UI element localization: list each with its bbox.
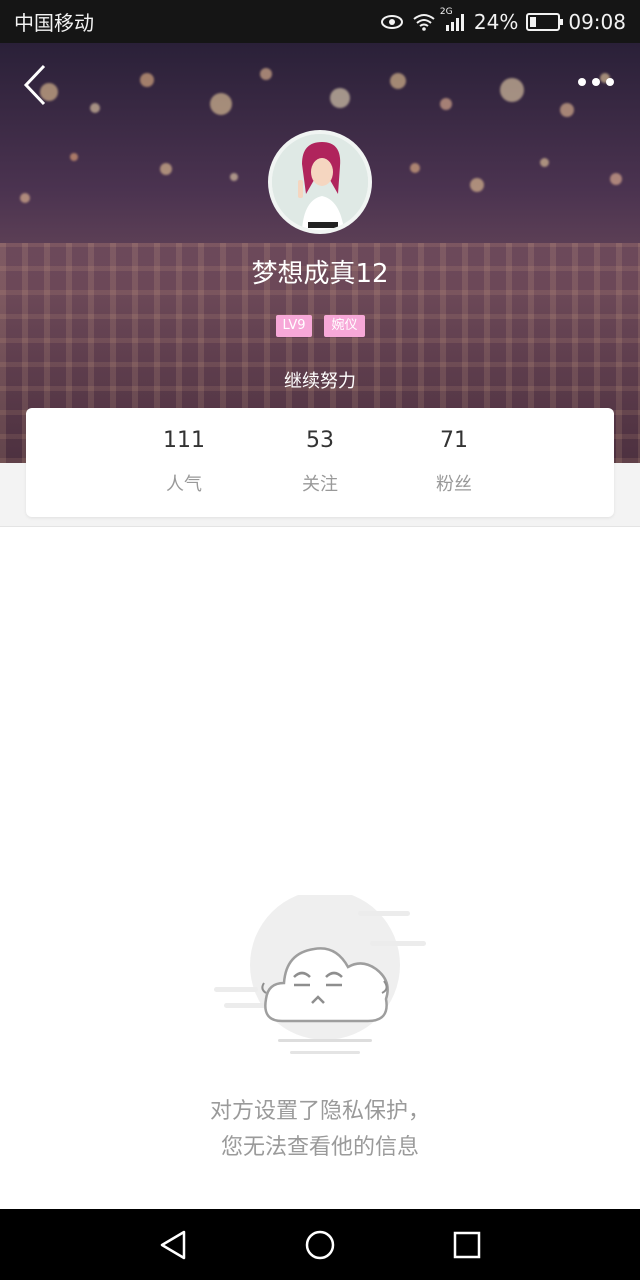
bokeh-light bbox=[90, 103, 100, 113]
stat-following[interactable]: 53 关注 bbox=[260, 426, 380, 500]
bokeh-light bbox=[20, 193, 30, 203]
bokeh-light bbox=[330, 88, 350, 108]
bokeh-light bbox=[560, 103, 574, 117]
bokeh-light bbox=[160, 163, 172, 175]
profile-header: 梦想成真12 LV9 婉仪 继续努力 bbox=[0, 43, 640, 463]
bokeh-light bbox=[610, 173, 622, 185]
stat-label: 人气 bbox=[166, 474, 202, 495]
level-badge: LV9 bbox=[275, 315, 313, 337]
bokeh-light bbox=[70, 153, 78, 161]
nav-recent-icon[interactable] bbox=[437, 1215, 497, 1275]
eye-icon bbox=[380, 14, 404, 30]
system-nav-bar bbox=[0, 1209, 640, 1280]
bokeh-light bbox=[500, 78, 524, 102]
status-icons: 2G 24% 09:08 bbox=[380, 7, 626, 34]
bokeh-light bbox=[410, 163, 420, 173]
user-nickname: 梦想成真12 bbox=[251, 259, 389, 289]
privacy-notice-line2: 您无法查看他的信息 bbox=[220, 1135, 419, 1160]
more-dot bbox=[578, 78, 586, 86]
privacy-notice-line1: 对方设置了隐私保护， bbox=[209, 1099, 430, 1124]
wifi-icon bbox=[412, 13, 436, 31]
stat-value: 71 bbox=[440, 428, 468, 453]
battery-fill bbox=[530, 16, 537, 27]
clock: 09:08 bbox=[568, 9, 626, 34]
more-dot bbox=[592, 78, 600, 86]
more-dots-icon[interactable] bbox=[578, 78, 618, 90]
status-bar: 中国移动 2G 24% 09:08 bbox=[0, 0, 640, 43]
battery-icon bbox=[526, 12, 564, 31]
user-signature: 继续努力 bbox=[284, 371, 356, 392]
bokeh-light bbox=[390, 73, 406, 89]
nav-back-icon[interactable] bbox=[143, 1215, 203, 1275]
title-badge: 婉仪 bbox=[324, 315, 365, 337]
bokeh-light bbox=[140, 73, 154, 87]
stat-label: 粉丝 bbox=[436, 474, 472, 495]
badge-row: LV9 婉仪 bbox=[0, 315, 640, 337]
bokeh-light bbox=[470, 178, 484, 192]
avatar[interactable] bbox=[268, 130, 372, 234]
bokeh-light bbox=[440, 98, 452, 110]
signal-icon: 2G bbox=[440, 7, 466, 31]
stat-fans[interactable]: 71 粉丝 bbox=[394, 426, 514, 500]
stat-value: 111 bbox=[163, 428, 205, 453]
carrier-name: 中国移动 bbox=[14, 11, 94, 35]
battery-percent: 24% bbox=[473, 9, 519, 34]
bokeh-light bbox=[230, 173, 238, 181]
network-type: 2G bbox=[439, 6, 453, 17]
bokeh-light bbox=[260, 68, 272, 80]
cloud-face-icon bbox=[210, 890, 430, 1070]
back-arrow-icon[interactable] bbox=[18, 63, 54, 107]
more-dot bbox=[606, 78, 614, 86]
stat-value: 53 bbox=[306, 428, 334, 453]
stat-popularity[interactable]: 111 人气 bbox=[124, 426, 244, 500]
stat-label: 关注 bbox=[302, 474, 338, 495]
bokeh-light bbox=[540, 158, 549, 167]
bokeh-light bbox=[210, 93, 232, 115]
stats-card: 111 人气 53 关注 71 粉丝 bbox=[26, 408, 614, 517]
nav-home-icon[interactable] bbox=[290, 1215, 350, 1275]
